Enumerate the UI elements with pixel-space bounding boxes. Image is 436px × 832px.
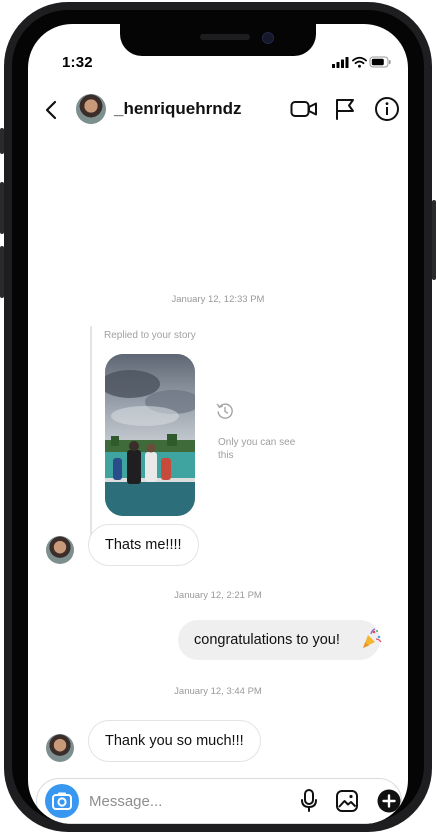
voice-message-button[interactable] [299, 788, 319, 814]
back-chevron-icon [45, 100, 57, 120]
outgoing-message[interactable]: congratulations to you! [178, 620, 380, 660]
header-username[interactable]: _henriquehrndz [114, 99, 242, 119]
story-image [105, 354, 195, 516]
plus-icon [377, 789, 401, 813]
back-button[interactable] [42, 98, 62, 122]
video-call-icon [290, 101, 317, 117]
power-button [432, 200, 436, 280]
phone-screen: 1:32 _henriquehrndz January 12, 12:33 PM… [28, 24, 408, 824]
sender-avatar[interactable] [46, 536, 74, 564]
more-options-button[interactable] [377, 789, 401, 813]
incoming-message[interactable]: Thank you so much!!! [88, 720, 261, 762]
volume-up-button [0, 182, 4, 234]
info-button[interactable] [374, 96, 400, 122]
incoming-message[interactable]: Thats me!!!! [88, 524, 199, 566]
front-camera [262, 32, 274, 44]
signal-icon [332, 57, 349, 68]
timestamp: January 12, 3:44 PM [174, 686, 262, 697]
report-flag-button[interactable] [334, 97, 356, 121]
info-icon [375, 97, 399, 121]
reply-quote-line [90, 326, 92, 538]
status-icons [332, 55, 392, 69]
sender-avatar[interactable] [46, 734, 74, 762]
timestamp: January 12, 2:21 PM [174, 590, 262, 601]
only-you-can-see-notice: Only you can see this [218, 437, 296, 461]
outgoing-message-text: congratulations to you! [194, 632, 340, 648]
camera-button[interactable] [45, 784, 79, 818]
status-time: 1:32 [62, 54, 93, 71]
story-thumbnail[interactable] [105, 354, 195, 516]
wifi-icon [352, 56, 367, 68]
silent-switch [0, 128, 4, 154]
notch [120, 24, 316, 56]
battery-icon [369, 56, 391, 68]
message-composer [36, 778, 402, 824]
history-icon [215, 401, 235, 421]
video-call-button[interactable] [290, 99, 318, 119]
earpiece-speaker [200, 34, 250, 40]
microphone-icon [301, 789, 317, 812]
camera-icon [52, 792, 72, 810]
replied-to-story-label: Replied to your story [104, 330, 196, 341]
party-popper-icon [360, 628, 382, 650]
volume-down-button [0, 246, 4, 298]
message-input[interactable] [89, 790, 259, 812]
timestamp: January 12, 12:33 PM [171, 294, 265, 305]
chat-header: _henriquehrndz [28, 86, 408, 136]
flag-icon [336, 99, 354, 120]
header-avatar[interactable] [76, 94, 106, 124]
gallery-icon [336, 790, 358, 812]
gallery-button[interactable] [335, 789, 359, 813]
